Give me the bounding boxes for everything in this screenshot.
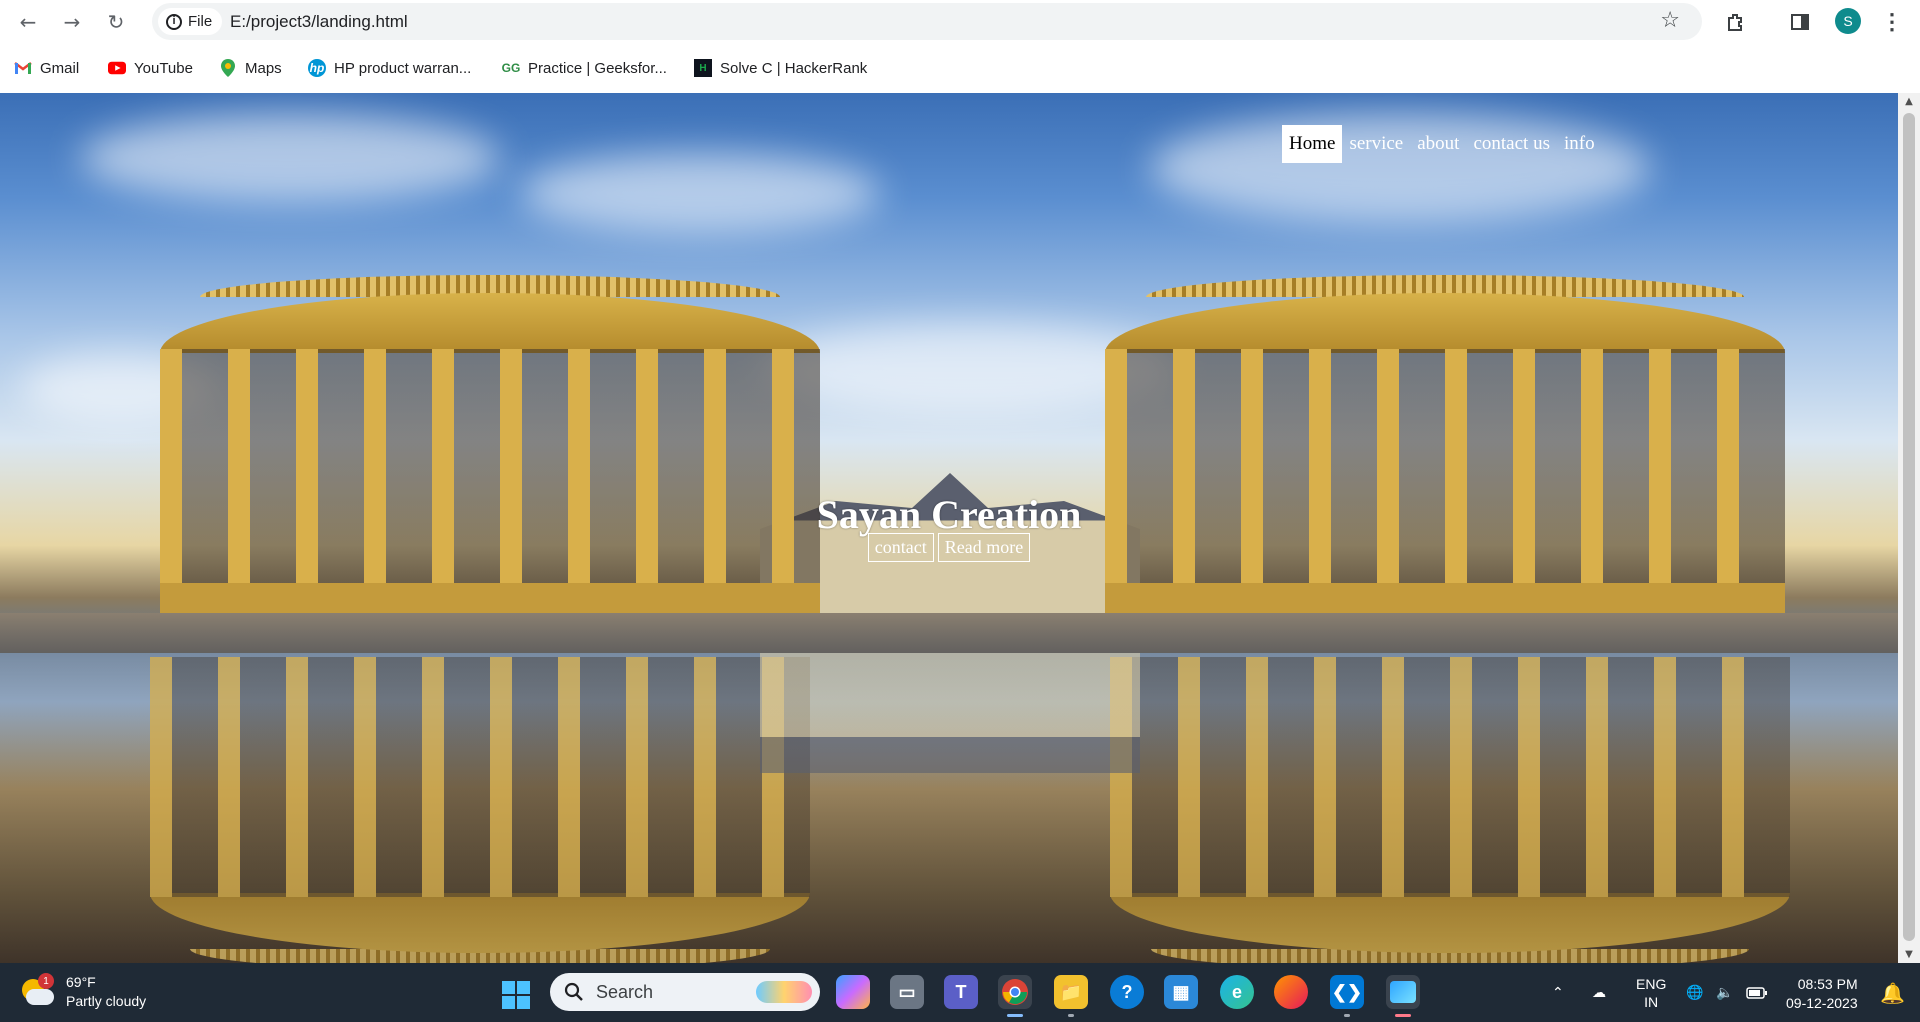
gmail-icon [14,59,32,77]
bookmark-geeksforgeeks[interactable]: GG Practice | Geeksfor... [502,56,667,80]
clock-time: 08:53 PM [1797,976,1858,992]
firefox-icon[interactable] [1274,975,1308,1009]
bookmark-star-icon[interactable]: ☆ [1660,8,1680,33]
language-indicator[interactable]: ENG IN [1636,975,1666,1011]
scroll-down-arrow[interactable]: ▼ [1903,949,1915,960]
menu-kebab-icon[interactable]: ⋮ [1878,8,1906,36]
hp-icon: hp [308,59,326,77]
extensions-icon[interactable] [1722,8,1750,36]
left-colonnade-reflection [150,653,810,963]
maps-icon [219,59,237,77]
left-colonnade [160,275,820,613]
windows-taskbar: 1 69°F Partly cloudy Search ▭ T 📁 ? ▦ e … [0,963,1920,1022]
page-scrollbar[interactable]: ▲ ▼ [1898,93,1920,963]
scroll-up-arrow[interactable]: ▲ [1903,96,1915,107]
teams-icon[interactable]: T [944,975,978,1009]
weather-widget[interactable]: 1 69°F Partly cloudy [22,973,146,1011]
back-button[interactable]: ← [14,8,42,36]
vscode-icon[interactable]: ❮❯ [1330,975,1364,1017]
info-icon: i [166,13,182,30]
microsoft-store-icon[interactable]: ▦ [1164,975,1198,1009]
hackerrank-icon: H [694,59,712,77]
nav-about[interactable]: about [1410,125,1466,163]
bookmark-label: Gmail [40,59,80,77]
help-icon[interactable]: ? [1110,975,1144,1009]
notification-bell-icon[interactable]: 🔔 [1880,981,1905,1005]
weather-badge: 1 [38,973,54,989]
edge-icon[interactable]: e [1220,975,1254,1009]
address-bar[interactable]: i File E:/project3/landing.html ☆ [152,3,1702,40]
copilot-icon[interactable] [836,975,870,1009]
show-hidden-icons-chevron-icon[interactable]: ⌃ [1552,963,1564,1022]
clock-date: 09-12-2023 [1786,995,1858,1011]
taskbar-search[interactable]: Search [550,973,820,1011]
network-globe-icon[interactable]: 🌐 [1686,963,1703,1022]
volume-icon[interactable]: 🔈 [1716,963,1733,1022]
forward-button[interactable]: → [58,8,86,36]
bookmark-gmail[interactable]: Gmail [14,56,79,80]
nav-info[interactable]: info [1557,125,1602,163]
side-panel-icon[interactable] [1786,8,1814,36]
bookmark-label: HP product warran... [334,59,472,77]
geeksforgeeks-icon: GG [501,61,521,75]
weather-temp: 69°F [66,974,96,990]
weather-desc: Partly cloudy [66,993,147,1009]
battery-icon[interactable] [1746,963,1768,1022]
task-view-icon[interactable]: ▭ [890,975,924,1009]
nav-home[interactable]: Home [1282,125,1343,163]
file-explorer-icon[interactable]: 📁 [1054,975,1088,1017]
browser-toolbar: ← → ↻ i File E:/project3/landing.html ☆ … [0,0,1920,43]
right-colonnade-reflection [1110,653,1790,963]
url-text[interactable]: E:/project3/landing.html [230,12,408,32]
site-info-chip[interactable]: i File [158,8,223,35]
profile-avatar[interactable]: S [1835,8,1861,34]
search-placeholder: Search [596,981,654,1002]
language-code: ENG [1636,976,1667,992]
bookmark-label: Maps [245,59,282,77]
read-more-button[interactable]: Read more [937,533,1031,562]
bookmarks-bar: Gmail YouTube Maps hp HP product warran.… [0,43,1920,93]
nav-contact-us[interactable]: contact us [1466,125,1557,163]
bookmark-hackerrank[interactable]: H Solve C | HackerRank [694,56,867,80]
page-viewport: Home service about contact us info Sayan… [0,93,1898,963]
reload-button[interactable]: ↻ [102,8,130,36]
nav-service[interactable]: service [1342,125,1410,163]
search-highlight-icon [756,981,812,1003]
youtube-icon [108,59,126,77]
language-region: IN [1644,994,1659,1010]
chrome-icon[interactable] [998,975,1032,1017]
photos-icon[interactable] [1386,975,1420,1017]
bookmark-label: YouTube [134,59,193,77]
bookmark-hp[interactable]: hp HP product warran... [308,56,471,80]
site-nav: Home service about contact us info [1282,125,1602,163]
plaza-ground [0,613,1898,653]
scroll-thumb[interactable] [1903,113,1915,941]
contact-button[interactable]: contact [867,533,934,562]
start-button[interactable] [502,981,530,1009]
bookmark-label: Solve C | HackerRank [720,59,868,77]
brand-title: Sayan Creation [816,492,1082,537]
bookmark-label: Practice | Geeksfor... [528,59,667,77]
right-colonnade [1105,275,1785,613]
cloud-offline-icon[interactable]: ☁ [1592,963,1606,1022]
bookmark-maps[interactable]: Maps [219,56,282,80]
partly-cloudy-icon: 1 [22,973,56,1007]
clock[interactable]: 08:53 PM 09-12-2023 [1786,975,1858,1013]
search-icon [564,982,583,1001]
chateau-reflection [760,653,1140,773]
bookmark-youtube[interactable]: YouTube [108,56,193,80]
site-chip-label: File [188,13,213,30]
cta-buttons: contact Read more [0,533,1898,562]
